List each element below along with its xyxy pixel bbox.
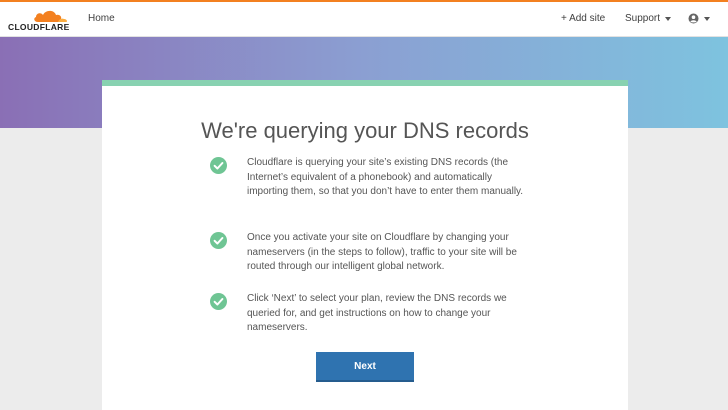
brand-name: CLOUDFLARE [8,22,70,32]
check-circle-icon [210,232,227,249]
user-icon [688,13,699,24]
cloudflare-logo[interactable]: CLOUDFLARE [8,9,70,33]
cloud-icon [34,10,68,22]
info-item-text: Click ‘Next’ to select your plan, review… [247,293,507,333]
page-title: We're querying your DNS records [201,118,529,143]
check-circle-icon [210,293,227,310]
chevron-down-icon [665,16,672,21]
check-circle-icon [210,157,227,174]
support-label: Support [625,13,661,24]
info-item-text: Cloudflare is querying your site’s exist… [247,157,524,197]
user-menu[interactable] [688,13,710,24]
next-button[interactable]: Next [316,352,414,382]
info-item-text: Once you activate your site on Cloudflar… [247,232,517,272]
support-menu[interactable]: Support [625,13,672,24]
chevron-down-icon [704,16,710,21]
add-site-link[interactable]: + Add site [561,13,605,24]
dns-query-card: We're querying your DNS records Cloudfla… [102,80,628,410]
top-navbar: CLOUDFLARE Home + Add site Support [0,2,728,37]
nav-home-link[interactable]: Home [88,13,115,24]
add-site-label: + Add site [561,13,606,24]
